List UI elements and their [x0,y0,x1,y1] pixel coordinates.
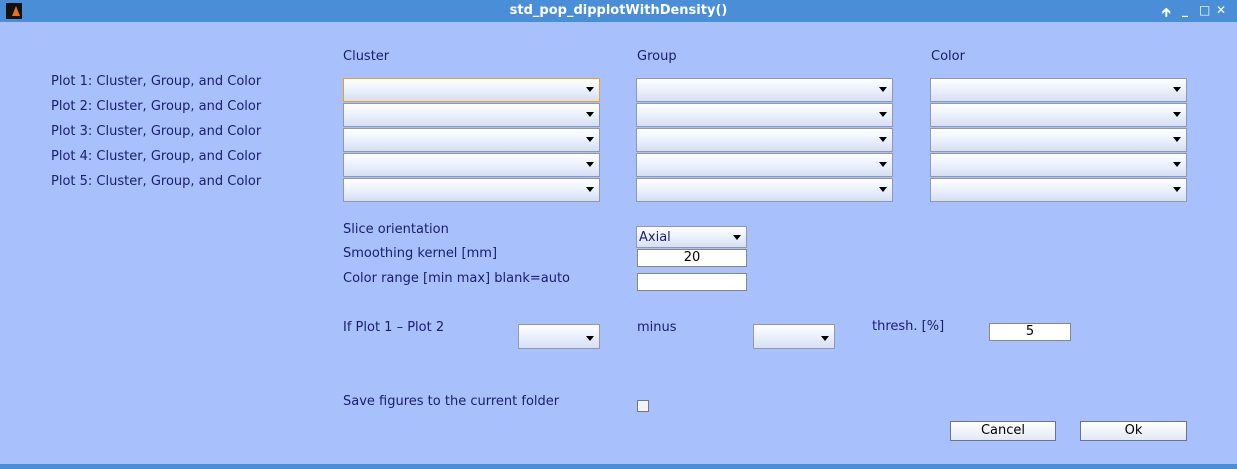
threshold-label: thresh. [%] [872,319,945,334]
chevron-down-icon [1173,162,1181,167]
slice-orientation-dropdown[interactable]: Axial [636,226,747,248]
color-range-input[interactable] [637,273,747,291]
plot2-group-dropdown[interactable] [636,103,893,127]
chevron-down-icon [821,336,829,341]
plot4-color-dropdown[interactable] [930,153,1187,177]
threshold-input[interactable]: 5 [989,323,1071,341]
plot1-group-dropdown[interactable] [636,78,893,102]
minimize-icon[interactable]: _ [1182,3,1188,17]
plot5-color-dropdown[interactable] [930,178,1187,202]
save-figures-checkbox[interactable] [637,400,649,412]
plot-a-dropdown[interactable] [518,324,600,349]
plot1-cluster-dropdown[interactable] [343,78,600,102]
plot3-cluster-dropdown[interactable] [343,128,600,152]
chevron-down-icon [586,162,594,167]
slice-orientation-value: Axial [639,230,671,245]
minus-label: minus [637,320,677,335]
plot-diff-label: If Plot 1 – Plot 2 [343,320,445,335]
slice-orientation-label: Slice orientation [343,222,449,237]
chevron-down-icon [586,87,594,92]
chevron-down-icon [879,87,887,92]
color-range-label: Color range [min max] blank=auto [343,271,570,286]
plot-row-label: Plot 4: Cluster, Group, and Color [51,149,262,164]
plot-b-dropdown[interactable] [753,324,835,349]
chevron-down-icon [879,112,887,117]
save-figures-label: Save figures to the current folder [343,394,560,409]
cancel-button[interactable]: Cancel [950,421,1056,441]
plot5-cluster-dropdown[interactable] [343,178,600,202]
plot3-group-dropdown[interactable] [636,128,893,152]
chevron-down-icon [586,137,594,142]
chevron-down-icon [879,162,887,167]
pin-icon[interactable]: 🡱 [1162,3,1171,24]
plot-row-label: Plot 1: Cluster, Group, and Color [51,74,262,89]
chevron-down-icon [879,187,887,192]
chevron-down-icon [1173,87,1181,92]
color-header: Color [931,49,965,64]
chevron-down-icon [1173,187,1181,192]
chevron-down-icon [586,336,594,341]
plot1-color-dropdown[interactable] [930,78,1187,102]
plot-row-label: Plot 2: Cluster, Group, and Color [51,99,262,114]
title-bar: std_pop_dipplotWithDensity() 🡱 _ □ ✕ [0,0,1237,22]
plot-row-label: Plot 5: Cluster, Group, and Color [51,174,262,189]
plot-row-label: Plot 3: Cluster, Group, and Color [51,124,262,139]
plot5-group-dropdown[interactable] [636,178,893,202]
ok-button[interactable]: Ok [1080,421,1187,441]
window-title: std_pop_dipplotWithDensity() [509,3,728,18]
chevron-down-icon [1173,112,1181,117]
plot4-cluster-dropdown[interactable] [343,153,600,177]
window-border [0,464,1237,469]
plot2-color-dropdown[interactable] [930,103,1187,127]
chevron-down-icon [879,137,887,142]
chevron-down-icon [733,235,741,240]
plot2-cluster-dropdown[interactable] [343,103,600,127]
smoothing-kernel-input[interactable]: 20 [637,249,747,267]
close-icon[interactable]: ✕ [1216,3,1226,17]
chevron-down-icon [586,187,594,192]
cluster-header: Cluster [343,49,390,64]
chevron-down-icon [586,112,594,117]
maximize-icon[interactable]: □ [1199,3,1210,17]
group-header: Group [637,49,677,64]
plot3-color-dropdown[interactable] [930,128,1187,152]
smoothing-kernel-label: Smoothing kernel [mm] [343,246,498,261]
plot4-group-dropdown[interactable] [636,153,893,177]
chevron-down-icon [1173,137,1181,142]
